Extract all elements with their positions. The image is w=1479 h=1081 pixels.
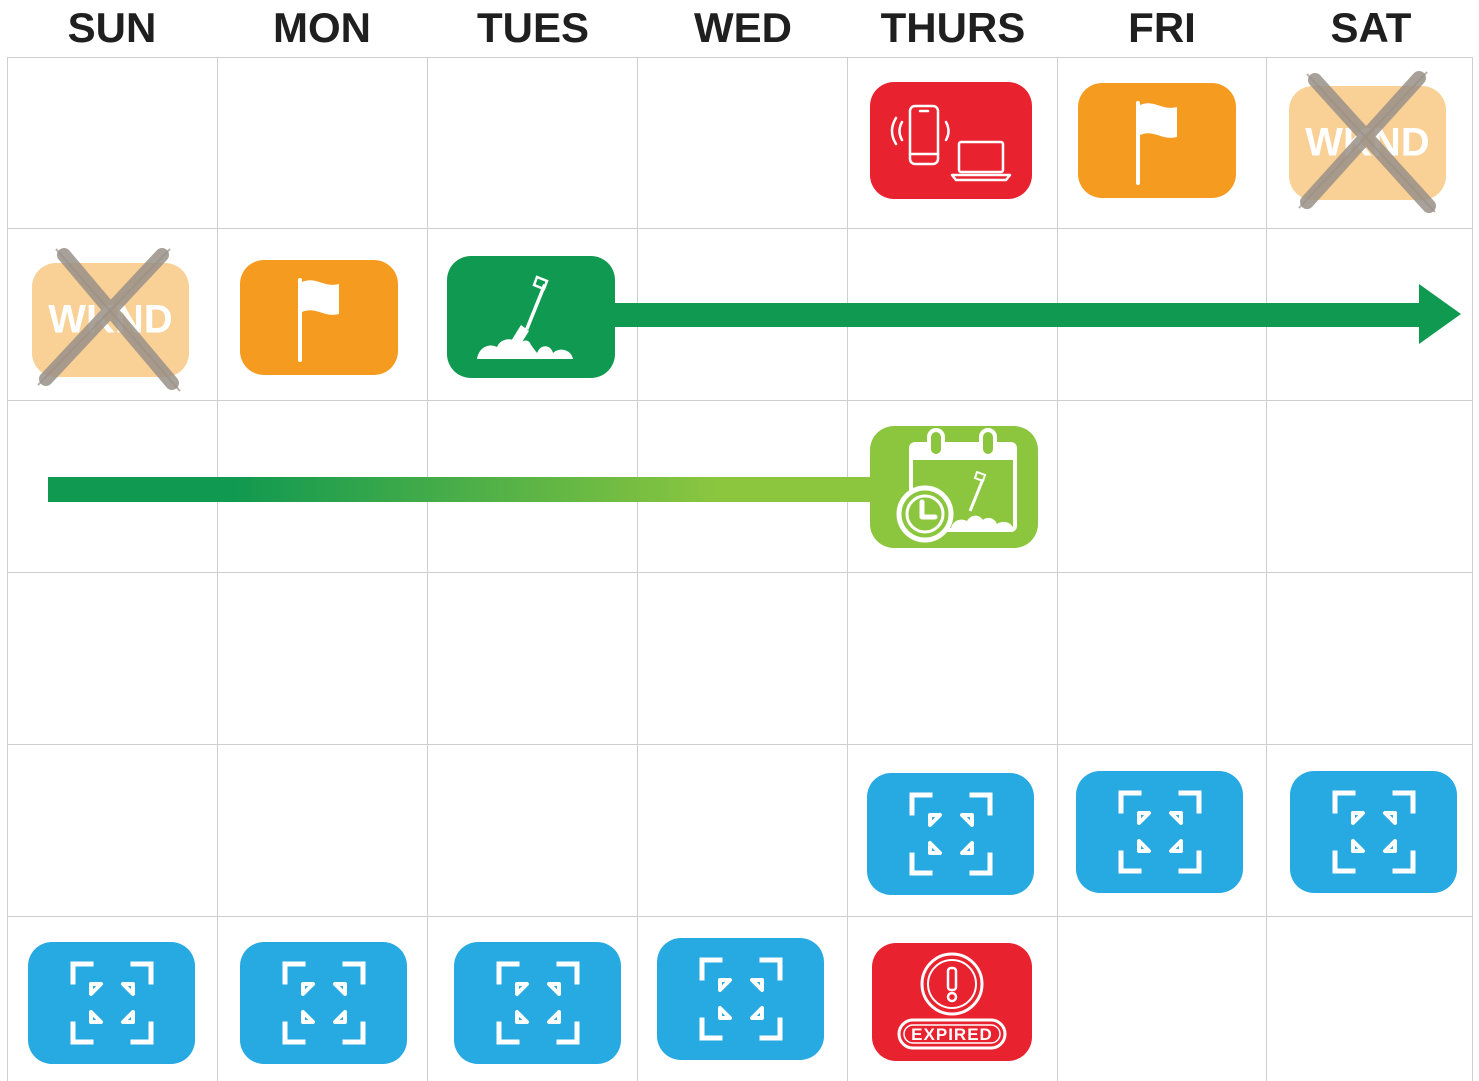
- expired-alert-icon: EXPIRED: [897, 952, 1007, 1050]
- grid-line: [7, 228, 1473, 229]
- grid-line: [847, 57, 848, 1081]
- grid-line: [7, 57, 1473, 58]
- expand-arrows-icon: [699, 957, 782, 1041]
- expand-tile: [1076, 771, 1243, 893]
- expand-arrows-icon: [496, 961, 579, 1045]
- day-header-tues: TUES: [476, 4, 589, 51]
- scheduled-tile: [870, 426, 1038, 548]
- expired-label: EXPIRED: [911, 1025, 993, 1044]
- groundbreaking-shovel-icon: [477, 275, 573, 359]
- expand-arrows-icon: [1332, 790, 1415, 874]
- weekend-tile-sat: WKND: [1289, 71, 1446, 213]
- day-header-wed: WED: [694, 4, 792, 51]
- day-header-fri: FRI: [1128, 4, 1196, 51]
- cross-out-icon: [37, 248, 181, 392]
- scheduled-bar: [48, 477, 888, 502]
- expand-tile: [657, 938, 824, 1060]
- duration-arrow: [605, 284, 1461, 344]
- grid-line: [7, 916, 1473, 917]
- day-header-mon: MON: [273, 4, 371, 51]
- expand-tile: [867, 773, 1034, 895]
- grid-line: [637, 57, 638, 1081]
- calendar-clock-shovel-icon: [896, 428, 1017, 543]
- flag-tile: [1078, 83, 1236, 198]
- groundbreaking-tile: [447, 256, 615, 378]
- expand-arrows-icon: [282, 961, 365, 1045]
- expand-arrows-icon: [70, 961, 153, 1045]
- flag-tile: [240, 260, 398, 375]
- grid-line: [7, 57, 8, 1081]
- expand-tile: [1290, 771, 1457, 893]
- expand-tile: [454, 942, 621, 1064]
- flag-icon: [298, 277, 339, 362]
- expired-tile: EXPIRED: [872, 943, 1032, 1061]
- grid-line: [7, 572, 1473, 573]
- phone-laptop-icon: [890, 104, 1012, 181]
- flag-icon: [1136, 100, 1177, 185]
- grid-line: [427, 57, 428, 1081]
- day-header-sat: SAT: [1330, 4, 1412, 51]
- grid-line: [217, 57, 218, 1081]
- expand-arrows-icon: [1118, 790, 1201, 874]
- devices-tile: [870, 82, 1032, 199]
- grid-line: [7, 400, 1473, 401]
- day-header-sun: SUN: [67, 4, 157, 51]
- weekend-tile-sun: WKND: [32, 248, 189, 392]
- grid-line: [1057, 57, 1058, 1081]
- expand-tile: [240, 942, 407, 1064]
- grid-line: [7, 744, 1473, 745]
- expand-tile: [28, 942, 195, 1064]
- cross-out-icon: [1298, 71, 1436, 213]
- grid-line: [1266, 57, 1267, 1081]
- day-header-thurs: THURS: [880, 4, 1026, 51]
- expand-arrows-icon: [909, 792, 992, 876]
- grid-line: [1472, 57, 1473, 1081]
